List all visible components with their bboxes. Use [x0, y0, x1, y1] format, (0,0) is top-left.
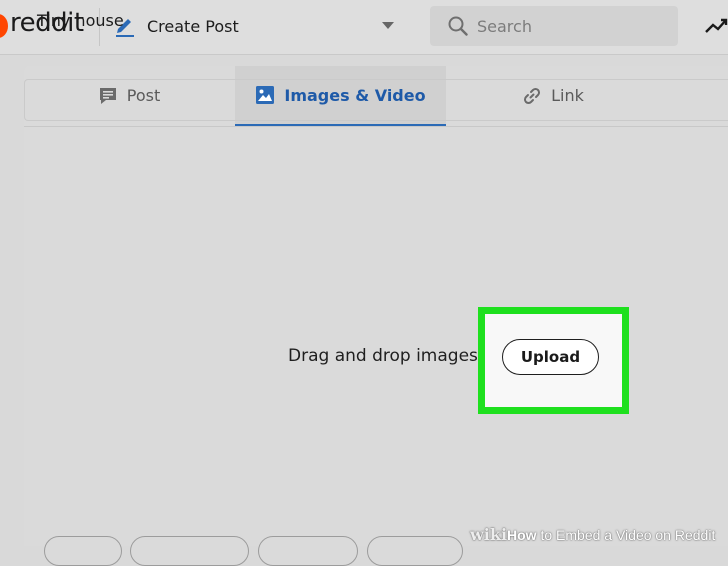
- create-post-label: Create Post: [147, 17, 239, 36]
- reddit-logo-icon[interactable]: [0, 13, 8, 39]
- upload-button[interactable]: Upload: [502, 339, 599, 375]
- search-icon: [448, 16, 468, 36]
- watermark-title: to Embed a Video on Reddit: [536, 527, 716, 543]
- post-option-pill[interactable]: [44, 536, 122, 566]
- watermark-prefix: wiki: [470, 525, 508, 544]
- chevron-down-icon: [382, 22, 394, 29]
- wikihow-watermark: wikiHow to Embed a Video on Reddit: [470, 524, 715, 546]
- watermark-how: How: [507, 527, 537, 543]
- title-input-value: Tiny house: [37, 11, 124, 30]
- search-bar[interactable]: Search: [430, 6, 678, 46]
- post-option-pill[interactable]: [130, 536, 249, 566]
- create-post-dropdown[interactable]: Create Post: [112, 10, 410, 44]
- post-option-pill[interactable]: [258, 536, 358, 566]
- title-input[interactable]: [24, 79, 728, 121]
- trending-icon[interactable]: [704, 16, 728, 36]
- search-input[interactable]: Search: [477, 17, 532, 36]
- create-post-panel: Post Images & Video Link: [24, 66, 728, 546]
- drag-drop-text: Drag and drop images or: [288, 346, 501, 366]
- post-option-pill[interactable]: [367, 536, 463, 566]
